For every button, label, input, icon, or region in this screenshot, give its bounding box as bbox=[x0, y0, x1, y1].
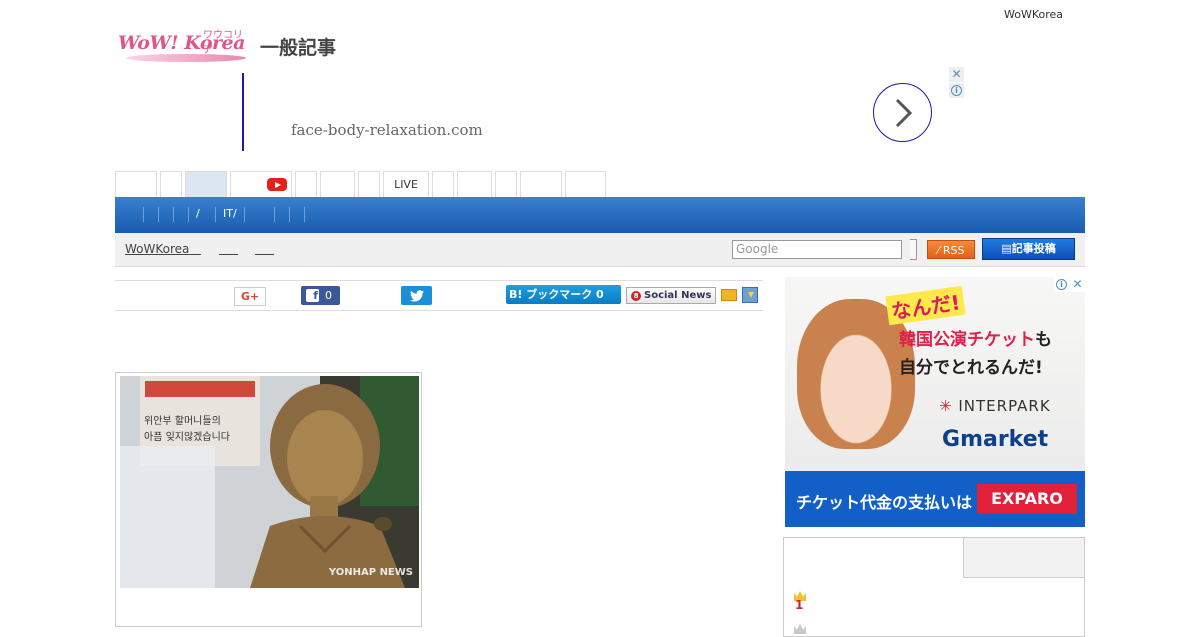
ad-accent-bar bbox=[242, 73, 244, 151]
sidebar-ad-close-icon[interactable]: ✕ bbox=[1070, 277, 1085, 292]
breadcrumb-item[interactable] bbox=[255, 242, 274, 256]
category-nav: / IT/ bbox=[115, 197, 1085, 233]
svg-text:아픔 잊지않겠습니다: 아픔 잊지않겠습니다 bbox=[144, 431, 230, 443]
facebook-share-button[interactable]: f 0 bbox=[301, 286, 340, 305]
nav-separator bbox=[143, 207, 144, 222]
tab-1[interactable] bbox=[115, 171, 157, 197]
social-news-icon: 8 bbox=[631, 291, 641, 301]
interpark-label: INTERPARK bbox=[958, 397, 1051, 415]
search-submit-button[interactable] bbox=[910, 239, 917, 260]
breadcrumb-home[interactable]: WoWKorea bbox=[125, 242, 201, 256]
tab-2[interactable] bbox=[160, 171, 182, 197]
bookmark-icon[interactable] bbox=[742, 287, 758, 303]
rss-button[interactable]: ⁄ RSS bbox=[927, 240, 975, 259]
sidebar-ad[interactable]: なんだ! 韓国公演チケットも 自分でとれるんだ! ✳ INTERPARK Gma… bbox=[785, 277, 1085, 527]
ranking-widget: 1 bbox=[783, 537, 1085, 637]
article-photo-frame: 위안부 할머니들의 아픔 잊지않겠습니다 YONHAP NEWS bbox=[115, 372, 422, 627]
ad-line-1: 韓国公演チケットも bbox=[899, 325, 1052, 350]
info-glyph: i bbox=[951, 85, 962, 96]
section-title: 一般記事 bbox=[260, 37, 337, 59]
tab-11[interactable] bbox=[495, 171, 517, 197]
tab-13[interactable] bbox=[565, 171, 606, 197]
post-article-label: 記事投稿 bbox=[1011, 242, 1056, 255]
social-news-button[interactable]: 8 Social News bbox=[626, 287, 716, 304]
ad-footer: チケット代金の支払いは EXPARO bbox=[785, 471, 1085, 527]
breadcrumb-bar: WoWKorea Google ⁄ RSS ▤記事投稿 bbox=[115, 233, 1085, 267]
tab-5[interactable] bbox=[295, 171, 317, 197]
tab-7[interactable] bbox=[358, 171, 380, 197]
nav-separator bbox=[215, 207, 216, 222]
google-plus-button[interactable]: G+ bbox=[234, 287, 266, 306]
logo-kana: ワウコリア bbox=[203, 30, 243, 56]
ad-line-2: 自分でとれるんだ! bbox=[899, 358, 1043, 378]
tab-live-label: LIVE bbox=[394, 178, 418, 191]
nav-separator bbox=[244, 207, 245, 222]
ad-next-button[interactable] bbox=[873, 83, 932, 142]
wowkorea-top-link[interactable]: WoWKorea bbox=[1004, 8, 1063, 21]
mail-icon[interactable] bbox=[721, 289, 737, 301]
ad-headline: なんだ! bbox=[885, 285, 966, 326]
statue-illustration: 위안부 할머니들의 아픔 잊지않겠습니다 bbox=[120, 376, 419, 588]
gmarket-rest: market bbox=[960, 427, 1049, 452]
ad-line-1-black: も bbox=[1035, 330, 1052, 350]
nav-separator bbox=[173, 207, 174, 222]
ad-domain-link[interactable]: face-body-relaxation.com bbox=[291, 121, 483, 139]
google-search-input[interactable]: Google bbox=[732, 240, 902, 259]
tab-10[interactable] bbox=[457, 171, 492, 197]
facebook-icon: f bbox=[306, 289, 319, 302]
sidebar-ad-info-icon[interactable]: i bbox=[1054, 277, 1069, 292]
hatena-bookmark-button[interactable]: B! ブックマーク 0 bbox=[506, 285, 621, 304]
ad-footer-text: チケット代金の支払いは bbox=[796, 493, 973, 512]
ad-line-1-red: 韓国公演チケット bbox=[899, 330, 1035, 350]
gmarket-logo: Gmarket bbox=[942, 427, 1048, 452]
twitter-share-button[interactable] bbox=[401, 286, 432, 305]
gmarket-g: G bbox=[942, 427, 961, 452]
logo-swoosh bbox=[126, 54, 246, 62]
interpark-tree-icon: ✳ bbox=[939, 397, 953, 415]
article-photo[interactable]: 위안부 할머니들의 아픔 잊지않겠습니다 YONHAP NEWS bbox=[120, 376, 419, 588]
tab-youtube[interactable] bbox=[230, 171, 292, 197]
nav-separator bbox=[304, 207, 305, 222]
tab-12[interactable] bbox=[520, 171, 562, 197]
twitter-bird-icon bbox=[409, 289, 424, 302]
ranking-tab[interactable] bbox=[963, 537, 1085, 578]
post-article-button[interactable]: ▤記事投稿 bbox=[982, 238, 1075, 260]
svg-text:위안부 할머니들의: 위안부 할머니들의 bbox=[144, 414, 221, 427]
social-news-label: Social News bbox=[644, 290, 712, 301]
social-share-bar: G+ f 0 B! ブックマーク 0 8 Social News bbox=[115, 280, 763, 311]
breadcrumb-home-label: WoWKorea bbox=[125, 242, 190, 256]
nav-item-slash[interactable]: / bbox=[196, 207, 200, 220]
facebook-share-count: 0 bbox=[325, 289, 332, 302]
document-icon: ▤ bbox=[1001, 242, 1012, 255]
youtube-icon bbox=[267, 178, 287, 191]
ad-close-icon[interactable]: ✕ bbox=[949, 67, 964, 82]
tab-9[interactable] bbox=[432, 171, 454, 197]
tab-active[interactable] bbox=[185, 171, 227, 197]
tab-live[interactable]: LIVE bbox=[383, 171, 429, 197]
nav-separator bbox=[274, 207, 275, 222]
breadcrumb-item[interactable] bbox=[219, 242, 238, 256]
ad-info-icon[interactable]: i bbox=[949, 83, 964, 98]
nav-separator bbox=[188, 207, 189, 222]
interpark-logo: ✳ INTERPARK bbox=[939, 397, 1051, 415]
rss-label: RSS bbox=[942, 244, 965, 257]
tab-6[interactable] bbox=[320, 171, 355, 197]
nav-item-it[interactable]: IT/ bbox=[223, 207, 237, 220]
nav-separator bbox=[289, 207, 290, 222]
nav-separator bbox=[158, 207, 159, 222]
photo-credit: YONHAP NEWS bbox=[328, 567, 413, 578]
exparo-logo: EXPARO bbox=[977, 484, 1077, 514]
site-logo[interactable]: WoW! Korea ワウコリア bbox=[118, 26, 252, 64]
info-glyph: i bbox=[1056, 279, 1067, 290]
crown-silver-icon bbox=[794, 624, 806, 634]
rank-number: 1 bbox=[795, 598, 804, 612]
chevron-right-icon bbox=[895, 98, 912, 127]
